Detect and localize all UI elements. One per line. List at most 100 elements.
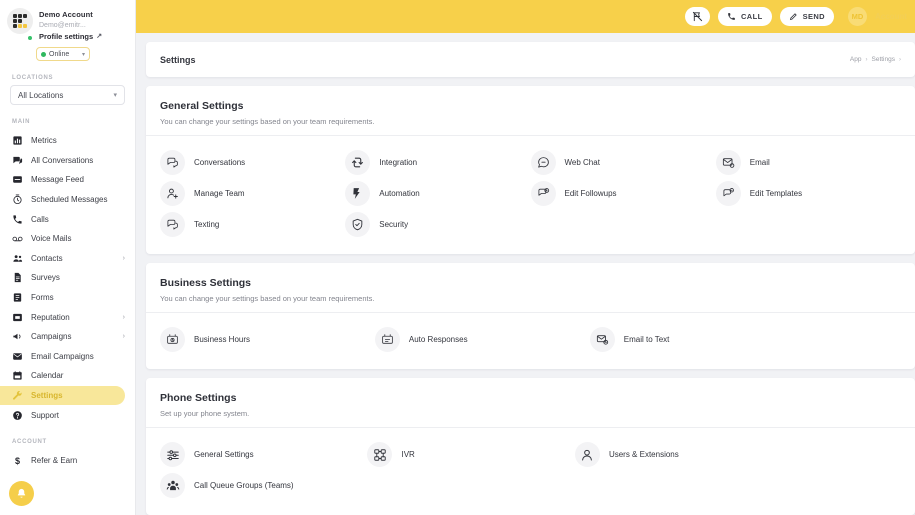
settings-tile-email-to-text[interactable]: Email to Text [590,324,805,355]
profile-email: Demo@emitr... [39,20,102,31]
survey-icon [12,272,23,283]
sidebar-item-calls[interactable]: Calls [0,209,135,229]
sidebar-item-label: Campaigns [31,332,71,341]
profile-settings-label: Profile settings [39,31,93,42]
status-dropdown[interactable]: Online ▾ [36,47,90,61]
settings-tile-edit-followups[interactable]: Edit Followups [531,178,716,209]
sidebar-item-calendar[interactable]: Calendar [0,366,135,386]
profile-settings-link[interactable]: Profile settings ↗ [39,31,102,42]
metrics-icon [12,135,23,146]
settings-tile-label: Security [379,220,408,229]
phone-icon [727,12,736,21]
call-button-label: CALL [741,12,763,21]
sidebar-item-reputation[interactable]: Reputation› [0,307,135,327]
sidebar-item-label: Voice Mails [31,234,71,243]
settings-tile-auto-responses[interactable]: Auto Responses [375,324,590,355]
sidebar-item-metrics[interactable]: Metrics [0,131,135,151]
section-title: General Settings [160,99,901,114]
sidebar-item-all-conversations[interactable]: All Conversations [0,151,135,171]
settings-tile-ivr[interactable]: IVR [367,439,574,470]
send-button[interactable]: SEND [780,7,834,26]
email-gear-icon [716,150,741,175]
chevron-right-icon: › [123,255,125,262]
settings-tile-label: Call Queue Groups (Teams) [194,481,294,490]
settings-tile-security[interactable]: Security [345,209,530,240]
settings-tile-web-chat[interactable]: Web Chat [531,147,716,178]
settings-tile-label: Texting [194,220,219,229]
sidebar-item-forms[interactable]: Forms [0,288,135,308]
settings-section: General SettingsYou can change your sett… [146,86,915,254]
email-to-text-icon [590,327,615,352]
megaphone-icon [12,331,23,342]
main-section-label: MAIN [0,105,135,129]
settings-tile-automation[interactable]: Automation [345,178,530,209]
content-scroll-area[interactable]: Settings App › Settings › General Settin… [136,33,915,515]
section-subtitle: You can change your settings based on yo… [160,294,901,303]
sidebar-item-contacts[interactable]: Contacts › [0,249,135,269]
settings-tile-label: Conversations [194,158,245,167]
sidebar-item-voice-mails[interactable]: Voice Mails [0,229,135,249]
settings-tile-users-extensions[interactable]: Users & Extensions [575,439,782,470]
message-feed-icon [12,174,23,185]
settings-tile-label: General Settings [194,450,254,459]
sidebar-item-surveys[interactable]: Surveys [0,268,135,288]
settings-tile-label: Integration [379,158,417,167]
sidebar-item-label: Contacts [31,254,63,263]
phone-icon [12,214,23,225]
dollar-icon: $ [12,456,23,466]
mute-flag-icon [692,11,703,22]
main-area: CALL SEND MD Account Settings App › Sett… [136,0,915,515]
settings-tile-label: Auto Responses [409,335,468,344]
settings-tile-label: Web Chat [565,158,600,167]
settings-tile-email[interactable]: Email [716,147,901,178]
sidebar-item-label: Settings [31,391,63,400]
profile-block: Demo Account Demo@emitr... Profile setti… [0,0,135,42]
settings-tile-manage-team[interactable]: Manage Team [160,178,345,209]
sidebar-item-label: Refer & Earn [31,456,77,465]
call-button[interactable]: CALL [718,7,772,26]
mute-button[interactable] [685,7,710,26]
status-label: Online [49,51,69,58]
settings-tile-call-queue-groups-teams[interactable]: Call Queue Groups (Teams) [160,470,294,501]
settings-tile-label: Automation [379,189,419,198]
pencil-icon [789,12,798,21]
chevron-right-icon: › [123,333,125,340]
locations-select[interactable]: All Locations ▾ [10,85,125,105]
breadcrumb-item-settings[interactable]: Settings [872,56,896,63]
sidebar-nav: Metrics All ConversationsMessage FeedSche… [0,129,135,425]
sidebar-item-email-campaigns[interactable]: Email Campaigns [0,347,135,367]
settings-tile-texting[interactable]: Texting [160,209,345,240]
breadcrumb-item-app[interactable]: App [850,56,862,63]
sidebar-item-message-feed[interactable]: Message Feed [0,170,135,190]
breadcrumb: App › Settings › [850,56,901,63]
clock-icon [12,194,23,205]
section-tile-grid: General Settings IVRUsers & Extensions Cal… [146,428,915,501]
brand-logo-icon [7,8,33,34]
sidebar-item-label: Metrics [31,136,57,145]
settings-tile-edit-templates[interactable]: Edit Templates [716,178,901,209]
settings-tile-integration[interactable]: Integration [345,147,530,178]
sidebar-item-scheduled-messages[interactable]: Scheduled Messages [0,190,135,210]
sidebar-item-campaigns[interactable]: Campaigns › [0,327,135,347]
avatar[interactable] [7,8,33,42]
external-link-icon: ↗ [96,31,102,42]
settings-section: Business SettingsYou can change your set… [146,263,915,369]
settings-tile-label: Email [750,158,770,167]
account-menu[interactable]: Account [875,12,907,21]
settings-tile-business-hours[interactable]: Business Hours [160,324,375,355]
user-avatar[interactable]: MD [848,7,867,26]
sliders-icon [160,442,185,467]
user-plus-icon [160,181,185,206]
chevron-right-icon: › [899,57,901,63]
section-title: Phone Settings [160,391,901,406]
top-toolbar: CALL SEND MD Account [136,0,915,33]
notifications-fab-button[interactable] [9,481,34,506]
sidebar-item-refer-earn[interactable]: $ Refer & Earn [0,451,135,471]
business-hours-icon [160,327,185,352]
settings-tile-general-settings[interactable]: General Settings [160,439,367,470]
sidebar-item-settings[interactable]: Settings [0,386,125,406]
sidebar-item-support[interactable]: Support [0,405,135,425]
contacts-icon [12,253,23,264]
settings-tile-conversations[interactable]: Conversations [160,147,345,178]
sidebar-item-label: Forms [31,293,54,302]
